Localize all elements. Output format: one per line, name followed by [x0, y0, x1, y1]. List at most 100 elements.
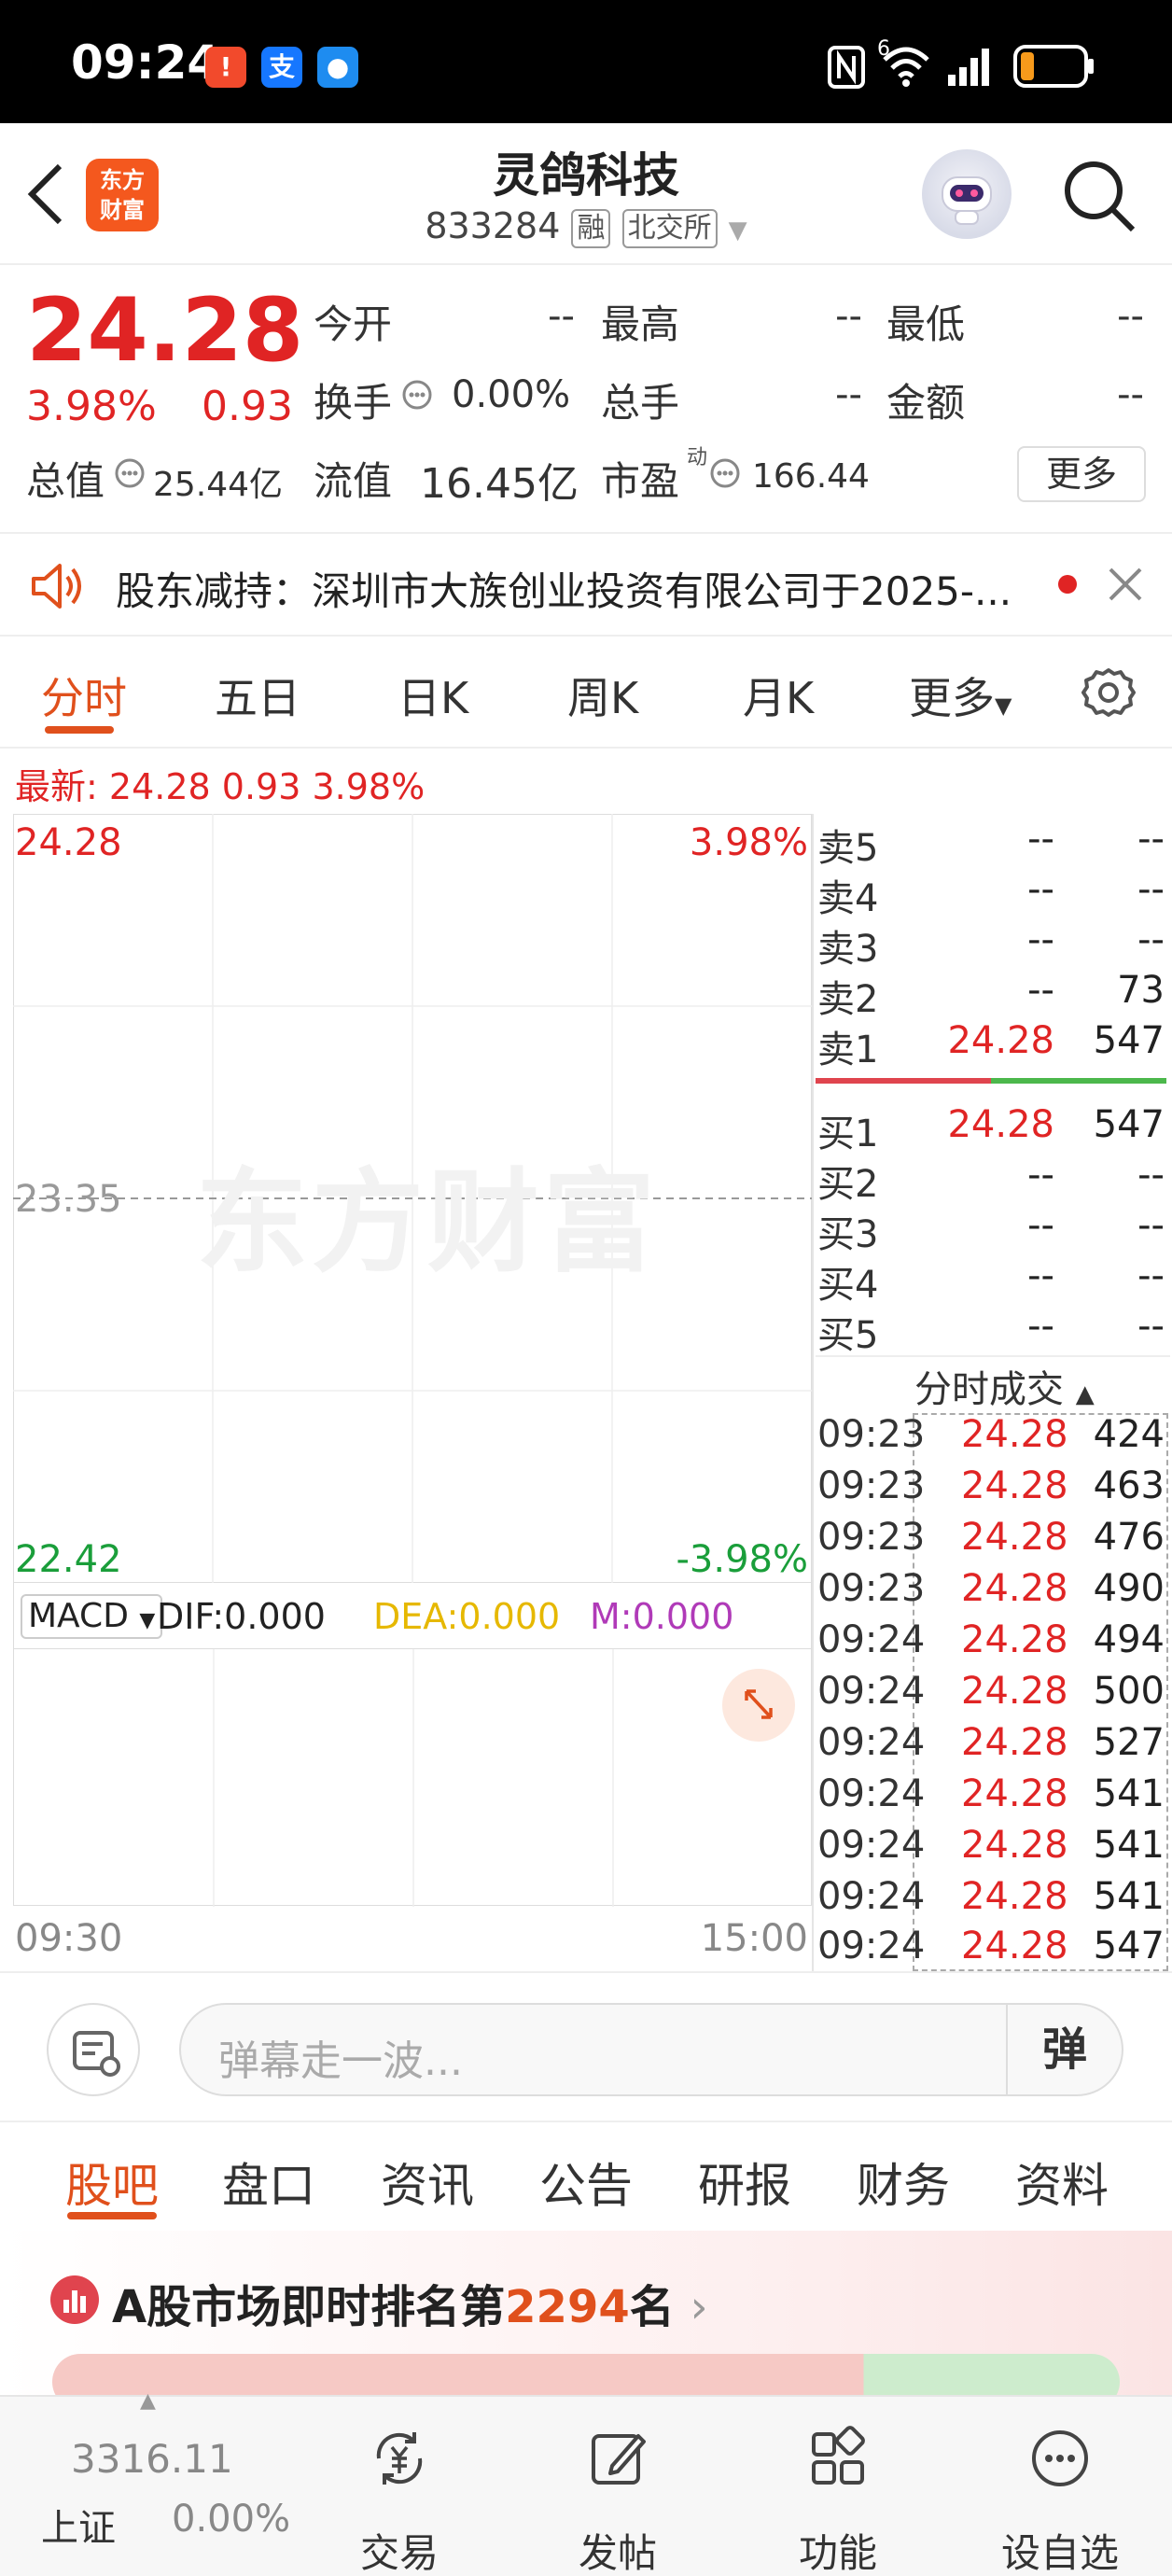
ask-label: 卖5 [817, 827, 879, 870]
notification-app-icon: ! [205, 47, 246, 88]
trade-volume: 490 [1093, 1567, 1165, 1610]
high-label: 最高 [601, 301, 680, 347]
watermark-text: 东方财富 [196, 1158, 659, 1288]
trade-time: 09:24 [817, 1721, 926, 1764]
expand-chart-button[interactable] [722, 1669, 795, 1742]
indicator-selector[interactable]: MACD ▼ [21, 1594, 163, 1639]
macd-chart[interactable] [13, 1648, 812, 1907]
pe-label: 市盈 [601, 458, 680, 504]
nav-post[interactable]: 发帖 [534, 2397, 702, 2576]
dropdown-triangle-icon: ▼ [728, 217, 747, 245]
notice-bar[interactable]: 股东减持：深圳市大族创业投资有限公司于2025-... [0, 532, 1172, 637]
turnover-info-icon[interactable] [401, 379, 433, 414]
search-button[interactable] [1060, 157, 1138, 239]
bid-volume: -- [1137, 1254, 1165, 1297]
volume-value: -- [835, 373, 862, 416]
latest-change: 0.93 [221, 766, 301, 807]
close-notice-button[interactable] [1105, 564, 1146, 609]
tab-more-label: 更多 [909, 673, 995, 723]
tab-intraday[interactable]: 分时 [41, 665, 127, 726]
change-percent: 3.98% [26, 383, 157, 430]
ask-volume: 547 [1093, 1019, 1165, 1062]
ask-row: 卖5 -- -- [816, 818, 1166, 870]
close-icon [1109, 567, 1142, 601]
ask-label: 卖3 [817, 928, 879, 971]
send-danmaku-button[interactable]: 弹 [1006, 2005, 1122, 2094]
trade-time: 09:24 [817, 1925, 926, 1967]
index-value: 3316.11 [71, 2436, 233, 2482]
tab-profile[interactable]: 资料 [1015, 2149, 1109, 2216]
nav-trade-label: 交易 [359, 2530, 439, 2576]
open-value: -- [548, 295, 575, 338]
tab-more[interactable]: 更多▼ [909, 665, 1012, 726]
ai-robot-avatar[interactable] [922, 149, 1012, 239]
nav-functions[interactable]: 功能 [754, 2397, 922, 2576]
macd-dea: DEA:0.000 [373, 1596, 561, 1637]
signal-icon [946, 47, 993, 91]
tab-news[interactable]: 资讯 [381, 2149, 474, 2216]
bid-ask-ratio-bar [816, 1078, 1166, 1084]
nav-post-label: 发帖 [578, 2530, 657, 2576]
trade-price: 24.28 [961, 1670, 1068, 1713]
trade-volume: 541 [1093, 1875, 1165, 1918]
tab-finance[interactable]: 财务 [857, 2149, 950, 2216]
danmaku-bar: 弹幕走一波... 弹 [0, 1971, 1172, 2122]
volume-label: 总手 [601, 380, 680, 426]
nav-trade[interactable]: 交易 [315, 2397, 483, 2576]
latest-pct: 3.98% [312, 766, 426, 807]
tab-guba[interactable]: 股吧 [65, 2149, 159, 2216]
tab-weekly-k[interactable]: 周K [567, 665, 638, 726]
macd-dif: DIF:0.000 [157, 1596, 326, 1637]
expand-icon [745, 1689, 773, 1719]
tab-five-day[interactable]: 五日 [215, 665, 300, 726]
tab-announcements[interactable]: 公告 [539, 2149, 633, 2216]
rank-suffix: 名 [629, 2281, 675, 2333]
rank-text: A股市场即时排名第2294名 › [112, 2270, 708, 2335]
bid-volume: 547 [1093, 1103, 1165, 1146]
trade-volume: 476 [1093, 1516, 1165, 1559]
tab-daily-k[interactable]: 日K [398, 665, 468, 726]
ask-volume: -- [1137, 918, 1165, 961]
x-axis-start-label: 09:30 [15, 1917, 123, 1960]
tab-research[interactable]: 研报 [698, 2149, 791, 2216]
high-value: -- [835, 295, 862, 338]
caret-up-icon: ▲ [140, 2389, 156, 2413]
nav-functions-label: 功能 [798, 2530, 877, 2576]
macd-chart-grid [213, 1649, 614, 1907]
amount-label: 金额 [886, 380, 966, 426]
rank-number: 2294 [505, 2281, 630, 2333]
ask-price: -- [1027, 868, 1054, 911]
y-axis-mid-label: 23.35 [15, 1178, 122, 1221]
bid-price: -- [1027, 1154, 1054, 1197]
tab-monthly-k[interactable]: 月K [743, 665, 814, 726]
float-value: 16.45亿 [420, 460, 579, 508]
nav-add-watchlist[interactable]: 设自选 [976, 2397, 1144, 2576]
time-sales-title: 分时成交 [914, 1368, 1064, 1411]
time-sales-toggle[interactable]: 分时成交 ▲ [914, 1359, 1095, 1413]
bid-volume: -- [1137, 1154, 1165, 1197]
pe-info-icon[interactable] [709, 457, 741, 493]
tab-pankou[interactable]: 盘口 [222, 2149, 315, 2216]
macd-m: M:0.000 [590, 1596, 734, 1637]
time-sales-row: 09:24 24.28 541 [816, 1772, 1166, 1823]
open-label: 今开 [314, 301, 393, 347]
caret-down-icon: ▼ [139, 1609, 156, 1632]
trade-volume: 424 [1093, 1413, 1165, 1456]
danmaku-input[interactable]: 弹幕走一波... 弹 [179, 2003, 1123, 2096]
rank-chart-icon [50, 2275, 99, 2324]
chart-settings-button[interactable] [1079, 663, 1138, 726]
market-rank-banner[interactable]: A股市场即时排名第2294名 › [0, 2231, 1172, 2410]
mktcap-info-icon[interactable] [114, 457, 146, 493]
gear-icon [1081, 668, 1136, 717]
index-ticker[interactable]: ▲ 3316.11 上证 0.00% [0, 2389, 317, 2576]
ask-volume: -- [1137, 868, 1165, 911]
status-time: 09:24 [71, 35, 220, 90]
bid-price: -- [1027, 1204, 1054, 1247]
mktcap-value: 25.44亿 [153, 466, 284, 504]
danmaku-settings-button[interactable] [47, 2003, 140, 2096]
speaker-icon [28, 560, 86, 616]
trade-volume: 547 [1093, 1925, 1165, 1967]
trade-time: 09:24 [817, 1875, 926, 1918]
divider [816, 1355, 1170, 1357]
more-quote-button[interactable]: 更多 [1017, 446, 1146, 502]
